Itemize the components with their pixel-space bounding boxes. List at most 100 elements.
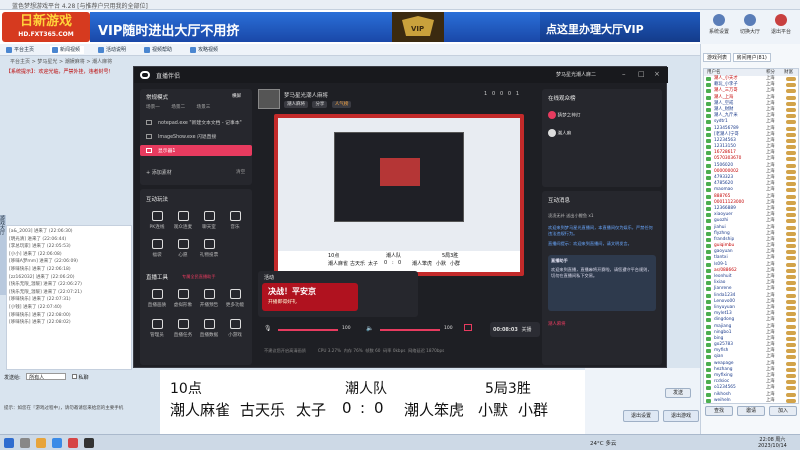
tab-scene-3[interactable]: 场景三 [197, 105, 211, 110]
send-button[interactable]: 发送 [665, 388, 691, 398]
mic-volume-slider[interactable] [278, 329, 338, 331]
private-chat-checkbox[interactable] [71, 374, 77, 379]
user-list[interactable]: 用户名 积分 财富 潮人_小天才 上海 赖玩_小李子 上海 潮人_三万哥 上海 潮人_上海上… [703, 68, 799, 404]
weather-widget[interactable]: 24°C 多云 [590, 439, 616, 447]
tools-hint[interactable]: 专属全民直播助手 [182, 274, 216, 280]
audience-mic-tool[interactable]: 观众连麦 [170, 211, 196, 230]
tab-game-list[interactable]: 游戏列表 [703, 53, 732, 62]
music-tool[interactable]: 音乐 [222, 211, 248, 230]
switch-lobby-button[interactable]: 切换大厅 [735, 14, 765, 35]
add-material-button[interactable]: + 添加素材 [146, 169, 172, 176]
preview-notice-tool[interactable]: 开播预告 [196, 289, 222, 308]
user-name: 000000002 [714, 168, 739, 174]
find-button[interactable]: 查找 [705, 406, 733, 416]
user-row[interactable]: weiheln 上海 [704, 397, 798, 403]
stream-preview[interactable]: 10点 潮人队 5局3胜 潮人麻雀 古天乐 太子 0 : 0 潮人笨虎 小默 小… [274, 114, 524, 276]
orientation-toggle[interactable]: 横屏 [232, 93, 241, 99]
live-app-taskbar-icon[interactable] [84, 438, 94, 448]
match-format: 5局3胜 [485, 381, 531, 397]
wish-tool[interactable]: 心愿 [170, 239, 196, 258]
minimize-icon[interactable]: – [622, 70, 626, 78]
close-icon[interactable]: × [654, 70, 660, 78]
status-mem: 内存 76% [343, 348, 363, 353]
data-tool[interactable]: 直播数据 [196, 319, 222, 338]
user-name: hezhang [714, 366, 733, 372]
tab-scene-2[interactable]: 场景二 [171, 105, 185, 110]
search-icon[interactable] [20, 438, 30, 448]
tools-title: 直播工具 [146, 275, 169, 281]
scene-notepad[interactable]: notepad.exe "新建文本文档 - 记事本" [140, 117, 252, 128]
stream-tag[interactable]: 分享 [312, 101, 328, 108]
chatroom-tool[interactable]: 聊天室 [196, 211, 222, 230]
mic-icon[interactable]: 🎙 [264, 325, 272, 332]
gift-vote-tool[interactable]: 礼物投票 [196, 239, 222, 258]
activity-banner-title: 决战！平安京 [268, 287, 316, 296]
lucky-bag-tool[interactable]: 福袋 [144, 239, 170, 258]
user-name: [老潮人]宁哥 [714, 131, 739, 137]
stop-live-button[interactable]: 00:08:03 关播 [490, 322, 540, 337]
tab-room-users[interactable]: 房间用户(81) [732, 53, 771, 62]
activity-banner[interactable]: 决战！平安京 开播即得好礼 [262, 283, 358, 311]
start-icon[interactable] [4, 438, 14, 448]
task-tool[interactable]: 直播任务 [170, 319, 196, 338]
wealth-icon [786, 206, 796, 211]
viewer-item[interactable]: 猜梦之神灯 [548, 111, 580, 119]
player-name: 小群 [518, 401, 549, 419]
nav-guide[interactable]: 攻略视频 [188, 46, 222, 54]
exit-platform-button[interactable]: 退出平台 [766, 14, 796, 35]
vip-ad-left[interactable]: VIP随时进出大厅不用挤 [90, 12, 392, 42]
maximize-icon[interactable]: □ [638, 70, 645, 78]
user-name: majiang [714, 323, 732, 329]
vip-ad-right[interactable]: 点这里办理大厅VIP [540, 12, 700, 42]
nav-help[interactable]: 视频帮助 [142, 46, 176, 54]
admin-tool[interactable]: 管理员 [144, 319, 170, 338]
user-name: 1506020 [714, 162, 734, 168]
nav-events[interactable]: 活动说明 [96, 46, 130, 54]
platform-logo[interactable]: 日新游戏 HD.FXT365.COM [2, 12, 90, 42]
user-name: xiaoyuer [714, 212, 733, 218]
exit-game-button[interactable]: 退出游戏 [663, 410, 699, 422]
record-icon[interactable] [464, 324, 472, 331]
chat-target-value: 所有人 [29, 375, 45, 381]
minigame-tool[interactable]: 小游戏 [222, 319, 248, 338]
scene-imageshow[interactable]: ImageShow.exe 闪退直接 [140, 131, 252, 142]
quality-tool[interactable]: 直播画质 [144, 289, 170, 308]
exit-settings-button[interactable]: 退出设置 [623, 410, 659, 422]
pk-icon [151, 211, 163, 221]
join-button[interactable]: 加入 [769, 406, 797, 416]
browser-icon[interactable] [52, 438, 62, 448]
viewer-item[interactable]: 潮人麻 [548, 129, 571, 137]
clear-button[interactable]: 清空 [236, 169, 245, 175]
user-panel-tabs: 游戏列表 房间用户(81) [703, 53, 799, 62]
breadcrumb: 平台主页 > 梦马星光 > 潮娱麻将 > 潮人麻将 [10, 59, 113, 65]
speaker-icon[interactable]: 🔈 [366, 325, 373, 332]
live-user-tab[interactable]: 梦马星光潮人麻二 [556, 71, 596, 78]
user-name: mylet13 [714, 311, 732, 317]
stream-tag[interactable]: 人气榜 [331, 101, 352, 108]
stream-tag[interactable]: 潮人麻将 [284, 101, 308, 108]
caption-text: 潮人麻雀 [328, 261, 349, 267]
wealth-icon [786, 349, 796, 354]
clock[interactable]: 22:08 周六 2023/10/14 [758, 437, 787, 449]
nav-news[interactable]: 新闻视频 [50, 46, 85, 54]
more-tool[interactable]: 更多功能 [222, 289, 248, 308]
folder-icon[interactable] [36, 438, 46, 448]
avatar-tool[interactable]: 虚拟形象 [170, 289, 196, 308]
wealth-icon [786, 114, 796, 119]
scene-display[interactable]: 显示器1 [140, 145, 252, 156]
game-app-icon[interactable] [68, 438, 78, 448]
tab-scene-1[interactable]: 场景一 [146, 105, 160, 110]
counter: 0 [491, 91, 496, 97]
speaker-volume-slider[interactable] [380, 329, 440, 331]
pk-link-tool[interactable]: PK连线 [144, 211, 170, 230]
stream-cover[interactable] [258, 89, 280, 109]
vip-ad-middle[interactable] [444, 12, 540, 42]
nav-home[interactable]: 平台主页 [4, 46, 38, 54]
chat-target-select[interactable]: 所有人 [26, 373, 67, 381]
user-name: weiheln [714, 397, 731, 403]
wealth-icon [786, 213, 796, 218]
system-settings-button[interactable]: 系统设置 [704, 14, 734, 35]
invite-button[interactable]: 邀请 [737, 406, 765, 416]
exit-icon [775, 14, 787, 26]
wealth-icon [786, 312, 796, 317]
